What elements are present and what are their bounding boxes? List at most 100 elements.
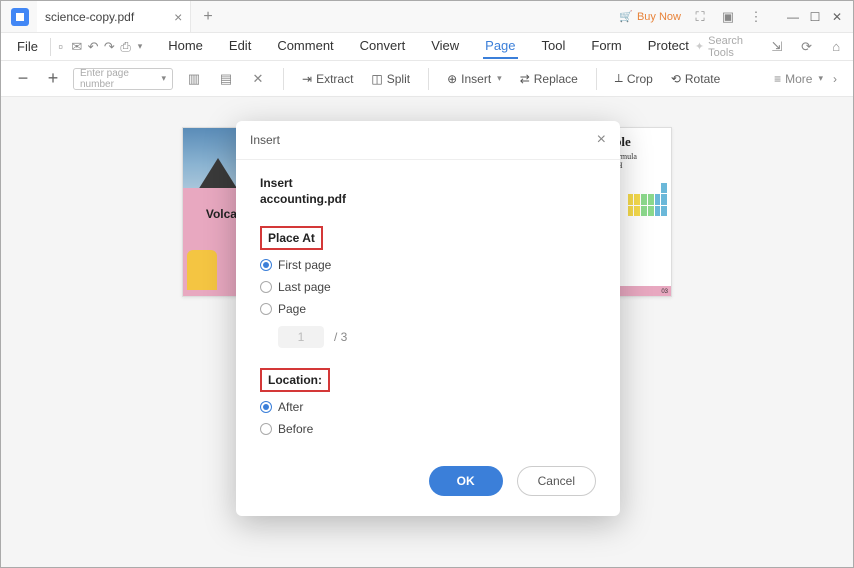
crop-label: Crop	[627, 72, 653, 86]
menu-convert[interactable]: Convert	[358, 34, 408, 59]
menu-comment[interactable]: Comment	[275, 34, 335, 59]
separator	[596, 68, 597, 90]
radio-label: Last page	[278, 280, 331, 294]
replace-icon: ⇄	[520, 72, 530, 86]
radio-icon[interactable]	[260, 281, 272, 293]
insert-dialog: Insert × Insert accounting.pdf Place At …	[236, 121, 620, 516]
page-toolbar: − + Enter page number ▾ ▥ ▤ ✕ ⇥ Extract ◫…	[1, 61, 853, 97]
layout-icon-1[interactable]: ▥	[183, 71, 205, 87]
insert-icon: ⊕	[447, 72, 457, 86]
crop-icon: ⟂	[615, 71, 623, 86]
undo-icon[interactable]: ↶	[87, 39, 99, 55]
insert-filename: accounting.pdf	[260, 192, 596, 206]
menu-protect[interactable]: Protect	[646, 34, 691, 59]
overflow-arrow-icon[interactable]: ›	[833, 72, 837, 86]
insert-label: Insert	[461, 72, 491, 86]
notification-icon[interactable]: ▣	[719, 9, 737, 25]
rotate-icon: ⟲	[671, 72, 681, 86]
close-window-button[interactable]: ✕	[827, 7, 847, 27]
more-button[interactable]: ≡ More ▾ ›	[770, 70, 841, 88]
menu-tabs: Home Edit Comment Convert View Page Tool…	[166, 34, 691, 59]
radio-before[interactable]: Before	[260, 422, 596, 436]
more-icon: ≡	[774, 72, 781, 86]
radio-last-page[interactable]: Last page	[260, 280, 596, 294]
search-tools[interactable]: ✦ Search Tools	[695, 35, 756, 59]
cloud-icon[interactable]: ⟳	[798, 39, 816, 55]
crop-button[interactable]: ⟂ Crop	[611, 69, 657, 88]
ok-button[interactable]: OK	[429, 466, 503, 496]
mail-icon[interactable]: ✉	[71, 39, 83, 55]
app-icon	[11, 8, 29, 26]
insert-button[interactable]: ⊕ Insert ▾	[443, 70, 506, 88]
print-caret-icon[interactable]: ▾	[138, 41, 143, 52]
replace-button[interactable]: ⇄ Replace	[516, 70, 582, 88]
thumb3-pagenum: 03	[661, 289, 668, 295]
delete-page-icon[interactable]: ✕	[247, 71, 269, 87]
more-caret-icon[interactable]: ▾	[818, 73, 823, 84]
redo-icon[interactable]: ↷	[103, 39, 115, 55]
maximize-button[interactable]: ☐	[805, 7, 825, 27]
dialog-close-button[interactable]: ×	[597, 131, 606, 149]
page-number-input[interactable]: Enter page number ▾	[73, 68, 173, 90]
extract-icon: ⇥	[302, 72, 312, 86]
menu-form[interactable]: Form	[589, 34, 623, 59]
menu-view[interactable]: View	[429, 34, 461, 59]
split-label: Split	[387, 72, 410, 86]
radio-page[interactable]: Page	[260, 302, 596, 316]
insert-caret-icon[interactable]: ▾	[497, 73, 502, 84]
separator	[428, 68, 429, 90]
radio-label: After	[278, 400, 303, 414]
page-total-label: / 3	[334, 330, 347, 344]
gift-icon[interactable]: ⛶	[691, 9, 709, 25]
replace-label: Replace	[534, 72, 578, 86]
minimize-button[interactable]: —	[783, 7, 803, 27]
kebab-menu-icon[interactable]: ⋮	[747, 9, 765, 25]
menu-home[interactable]: Home	[166, 34, 205, 59]
radio-first-page[interactable]: First page	[260, 258, 596, 272]
tab-close-icon[interactable]: ×	[174, 9, 182, 25]
extract-button[interactable]: ⇥ Extract	[298, 70, 357, 88]
radio-label: Page	[278, 302, 306, 316]
search-placeholder: Search Tools	[708, 35, 756, 59]
split-icon: ◫	[371, 72, 382, 86]
zoom-in-button[interactable]: +	[43, 68, 63, 89]
page-input-placeholder: Enter page number	[80, 68, 159, 90]
cart-icon: 🛒	[619, 10, 633, 23]
radio-label: First page	[278, 258, 331, 272]
place-at-label: Place At	[260, 226, 323, 250]
tab-title: science-copy.pdf	[45, 10, 134, 24]
share-icon[interactable]: ⇲	[768, 39, 786, 55]
new-tab-button[interactable]: +	[203, 8, 212, 26]
save-icon[interactable]: ▫	[55, 39, 67, 54]
radio-icon[interactable]	[260, 423, 272, 435]
print-icon[interactable]: ⎙	[119, 39, 131, 55]
cancel-button[interactable]: Cancel	[517, 466, 596, 496]
radio-icon[interactable]	[260, 401, 272, 413]
split-button[interactable]: ◫ Split	[367, 70, 414, 88]
radio-label: Before	[278, 422, 313, 436]
radio-icon[interactable]	[260, 303, 272, 315]
separator	[50, 38, 51, 56]
titlebar: science-copy.pdf × + 🛒 Buy Now ⛶ ▣ ⋮ — ☐…	[1, 1, 853, 33]
radio-icon[interactable]	[260, 259, 272, 271]
rotate-label: Rotate	[685, 72, 720, 86]
radio-after[interactable]: After	[260, 400, 596, 414]
page-input-caret-icon: ▾	[161, 73, 166, 84]
menu-page[interactable]: Page	[483, 34, 517, 59]
wand-icon: ✦	[695, 40, 704, 53]
menu-edit[interactable]: Edit	[227, 34, 253, 59]
more-label: More	[785, 72, 812, 86]
rotate-button[interactable]: ⟲ Rotate	[667, 70, 724, 88]
home-icon[interactable]: ⌂	[827, 39, 845, 54]
insert-label: Insert	[260, 176, 596, 190]
extract-label: Extract	[316, 72, 353, 86]
file-menu[interactable]: File	[9, 39, 46, 54]
layout-icon-2[interactable]: ▤	[215, 71, 237, 87]
location-label: Location:	[260, 368, 330, 392]
buy-now-link[interactable]: 🛒 Buy Now	[619, 10, 681, 23]
page-number-field[interactable]	[278, 326, 324, 348]
zoom-out-button[interactable]: −	[13, 68, 33, 89]
document-tab[interactable]: science-copy.pdf ×	[37, 1, 191, 32]
menu-tool[interactable]: Tool	[540, 34, 568, 59]
dialog-title: Insert	[250, 133, 280, 147]
